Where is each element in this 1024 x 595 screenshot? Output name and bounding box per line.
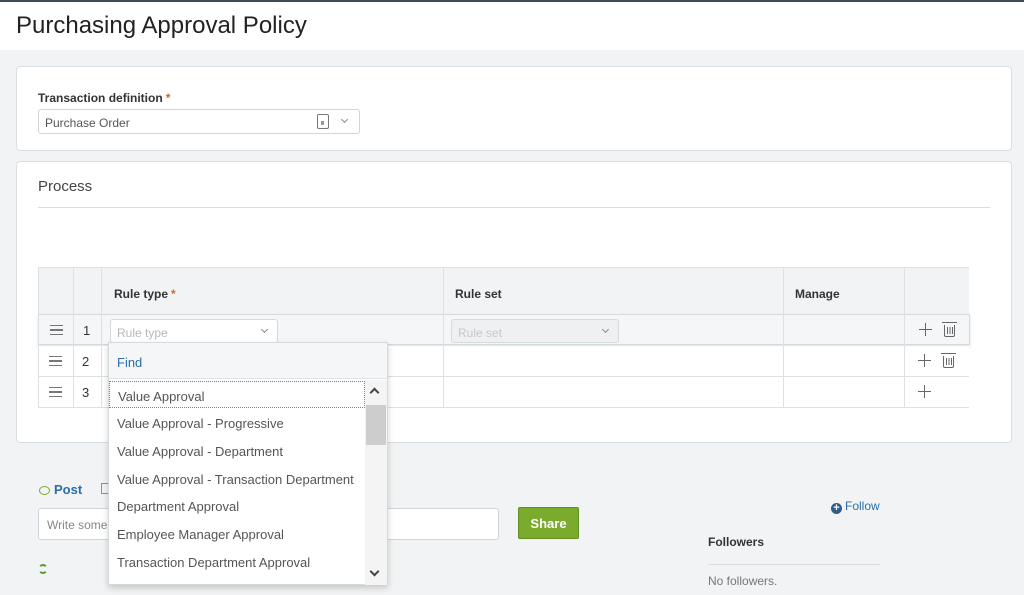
grid-header: Rule type * Rule set Manage: [38, 267, 969, 314]
dropdown-option[interactable]: Value Approval - Progressive: [109, 409, 365, 436]
drag-handle-icon[interactable]: [49, 387, 62, 397]
dropdown-scrollbar[interactable]: [365, 380, 387, 585]
divider: [708, 564, 880, 565]
dropdown-options: Value Approval Value Approval - Progress…: [109, 380, 387, 585]
column-divider: [38, 267, 39, 408]
section-title: Process: [38, 178, 93, 195]
transaction-definition-label: Transaction definition *: [38, 91, 170, 105]
transaction-definition-card: Transaction definition * Purchase Order: [16, 66, 1012, 151]
rule-type-dropdown: Find Value Approval Value Approval - Pro…: [108, 342, 388, 585]
chevron-down-icon: [601, 325, 610, 334]
column-header-rule-type: Rule type *: [114, 287, 176, 301]
post-tab[interactable]: Post: [39, 482, 82, 497]
chevron-down-icon[interactable]: [340, 115, 349, 124]
column-divider: [783, 267, 784, 408]
transaction-definition-select[interactable]: Purchase Order: [38, 109, 360, 134]
drag-handle-icon[interactable]: [50, 325, 63, 335]
column-divider: [443, 267, 444, 408]
document-icon[interactable]: [317, 114, 329, 129]
dropdown-option[interactable]: Employee Manager Approval: [109, 520, 365, 547]
follow-label: Follow: [845, 499, 880, 513]
transaction-definition-label-text: Transaction definition: [38, 91, 163, 105]
comment-icon: [39, 486, 50, 495]
scroll-down-icon[interactable]: [369, 566, 380, 577]
delete-row-icon[interactable]: [942, 322, 957, 337]
divider: [38, 207, 990, 208]
share-button[interactable]: Share: [518, 507, 579, 539]
rule-type-select[interactable]: Rule type: [110, 319, 278, 343]
add-row-icon[interactable]: [918, 385, 931, 398]
page-header: Purchasing Approval Policy: [0, 2, 1024, 50]
dropdown-option[interactable]: Value Approval - Department: [109, 437, 365, 464]
dropdown-option[interactable]: Value Approval - Transaction Department: [109, 465, 365, 492]
column-divider: [73, 267, 74, 408]
row-number: 3: [82, 385, 90, 400]
table-row: 1 Rule type Rule set: [38, 314, 970, 345]
drag-handle-icon[interactable]: [49, 356, 62, 366]
post-tab-label: Post: [54, 482, 83, 497]
column-divider: [904, 267, 905, 408]
no-followers-text: No followers.: [708, 574, 778, 588]
add-row-icon[interactable]: [919, 323, 932, 336]
required-marker: *: [165, 91, 171, 105]
dropdown-option[interactable]: Value Approval: [109, 381, 365, 408]
follow-button[interactable]: + Follow: [831, 499, 880, 514]
rule-set-placeholder: Rule set: [458, 326, 503, 340]
plus-circle-icon: +: [831, 503, 842, 514]
dropdown-find[interactable]: Find: [109, 343, 387, 379]
row-number: 1: [83, 323, 91, 338]
delete-row-icon[interactable]: [941, 353, 956, 368]
column-divider: [101, 267, 102, 408]
transaction-definition-value: Purchase Order: [45, 116, 130, 130]
scrollbar-thumb[interactable]: [366, 405, 386, 445]
column-header-manage: Manage: [795, 287, 840, 301]
row-number: 2: [82, 354, 90, 369]
refresh-icon[interactable]: [38, 564, 48, 574]
chevron-down-icon: [260, 325, 269, 334]
page-title: Purchasing Approval Policy: [16, 12, 307, 39]
dropdown-option[interactable]: Transaction Department Approval: [109, 548, 365, 575]
column-header-rule-set: Rule set: [455, 287, 502, 301]
rule-set-select[interactable]: Rule set: [451, 319, 619, 343]
add-row-icon[interactable]: [918, 354, 931, 367]
rule-type-placeholder: Rule type: [117, 326, 168, 340]
required-marker: *: [171, 287, 176, 301]
scroll-up-icon[interactable]: [369, 387, 380, 398]
dropdown-option[interactable]: Department Approval: [109, 492, 365, 519]
followers-title: Followers: [708, 535, 765, 549]
rule-type-header-text: Rule type: [114, 287, 169, 301]
